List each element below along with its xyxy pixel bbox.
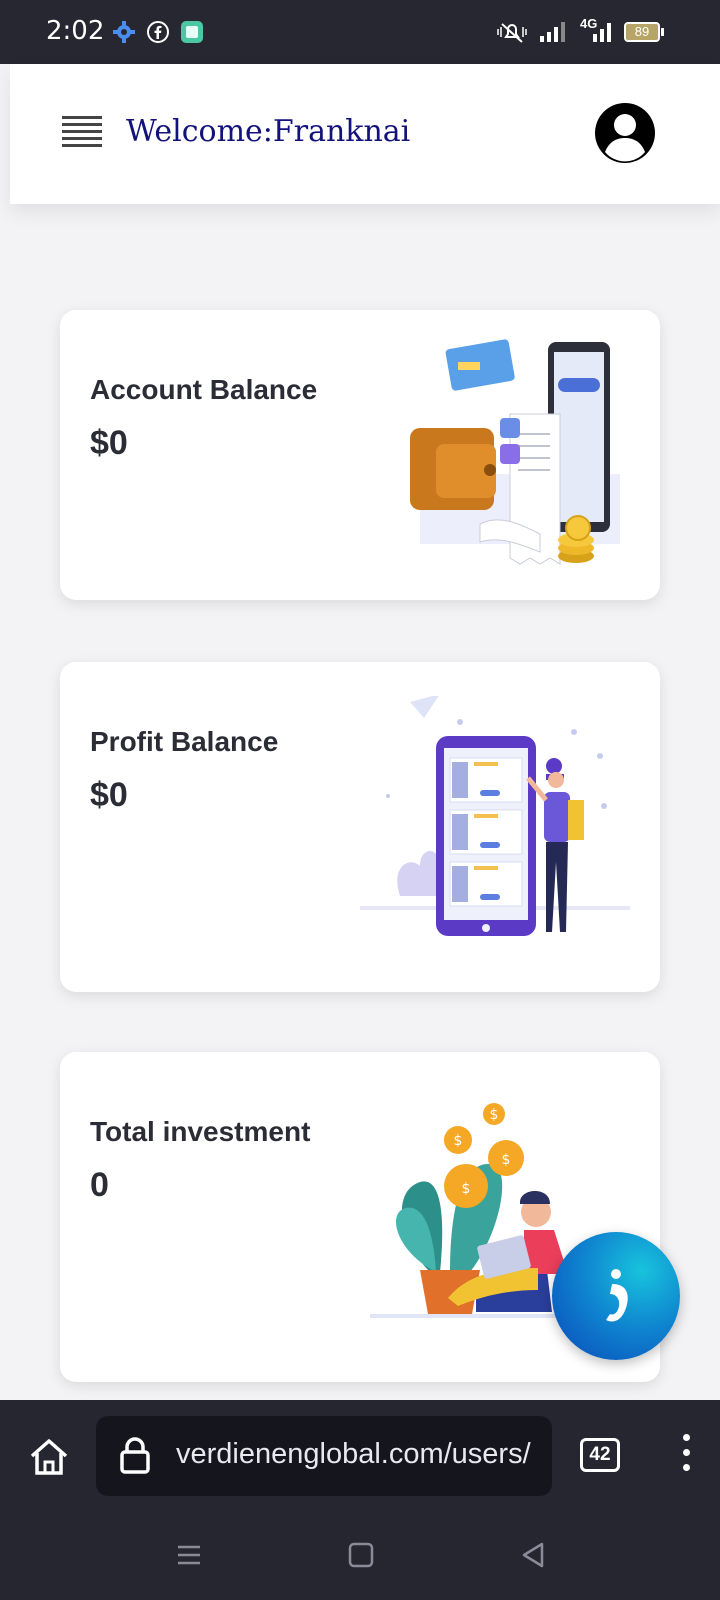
- status-time: 2:02: [46, 16, 105, 46]
- profit-balance-card: Profit Balance $0: [60, 662, 660, 992]
- svg-text:$: $: [454, 1133, 463, 1149]
- svg-text:$: $: [502, 1152, 511, 1168]
- home-square-icon[interactable]: [348, 1542, 374, 1568]
- card-title: Account Balance: [90, 374, 318, 405]
- lock-icon: [120, 1437, 150, 1474]
- signal-4g-icon: [593, 23, 611, 42]
- tabs-icon[interactable]: 42: [580, 1438, 620, 1472]
- chat-bubble-icon[interactable]: [552, 1232, 680, 1360]
- hamburger-menu-icon[interactable]: [62, 116, 102, 150]
- tab-count: 42: [589, 1444, 611, 1465]
- svg-text:$: $: [490, 1107, 499, 1123]
- card-value: $0: [90, 424, 128, 462]
- mute-bell-icon: [497, 23, 527, 43]
- recents-icon[interactable]: [176, 1542, 202, 1568]
- user-avatar-icon[interactable]: [594, 102, 656, 164]
- welcome-text: Welcome:Franknai: [126, 114, 411, 149]
- card-value: 0: [90, 1166, 109, 1204]
- phone-shopping-person-illustration: [360, 696, 630, 936]
- card-title: Profit Balance: [90, 726, 279, 757]
- status-bar: 2:02 4G 89: [0, 0, 720, 64]
- account-balance-card: Account Balance $0: [60, 310, 660, 600]
- home-icon[interactable]: [26, 1434, 72, 1480]
- battery-icon: 89: [624, 22, 660, 42]
- svg-text:$: $: [462, 1181, 471, 1197]
- wallet-payment-illustration: [410, 339, 620, 565]
- browser-toolbar: verdienenglobal.com/users/ 42: [0, 1400, 720, 1522]
- app-header: Welcome:Franknai: [10, 64, 720, 204]
- settings-gear-icon: [113, 21, 135, 43]
- back-icon[interactable]: [520, 1542, 546, 1568]
- more-vert-icon[interactable]: [676, 1434, 696, 1478]
- address-bar[interactable]: verdienenglobal.com/users/: [96, 1416, 552, 1496]
- card-title: Total investment: [90, 1116, 311, 1147]
- battery-tip: [661, 28, 664, 36]
- url-text: verdienenglobal.com/users/: [176, 1438, 531, 1470]
- facebook-icon: [147, 21, 169, 43]
- signal-icon: [540, 22, 565, 42]
- app-notification-icon: [181, 21, 203, 43]
- chat-logo-glyph: [606, 1269, 628, 1322]
- card-value: $0: [90, 776, 128, 814]
- system-navigation-bar: [0, 1522, 720, 1600]
- battery-level: 89: [634, 24, 650, 39]
